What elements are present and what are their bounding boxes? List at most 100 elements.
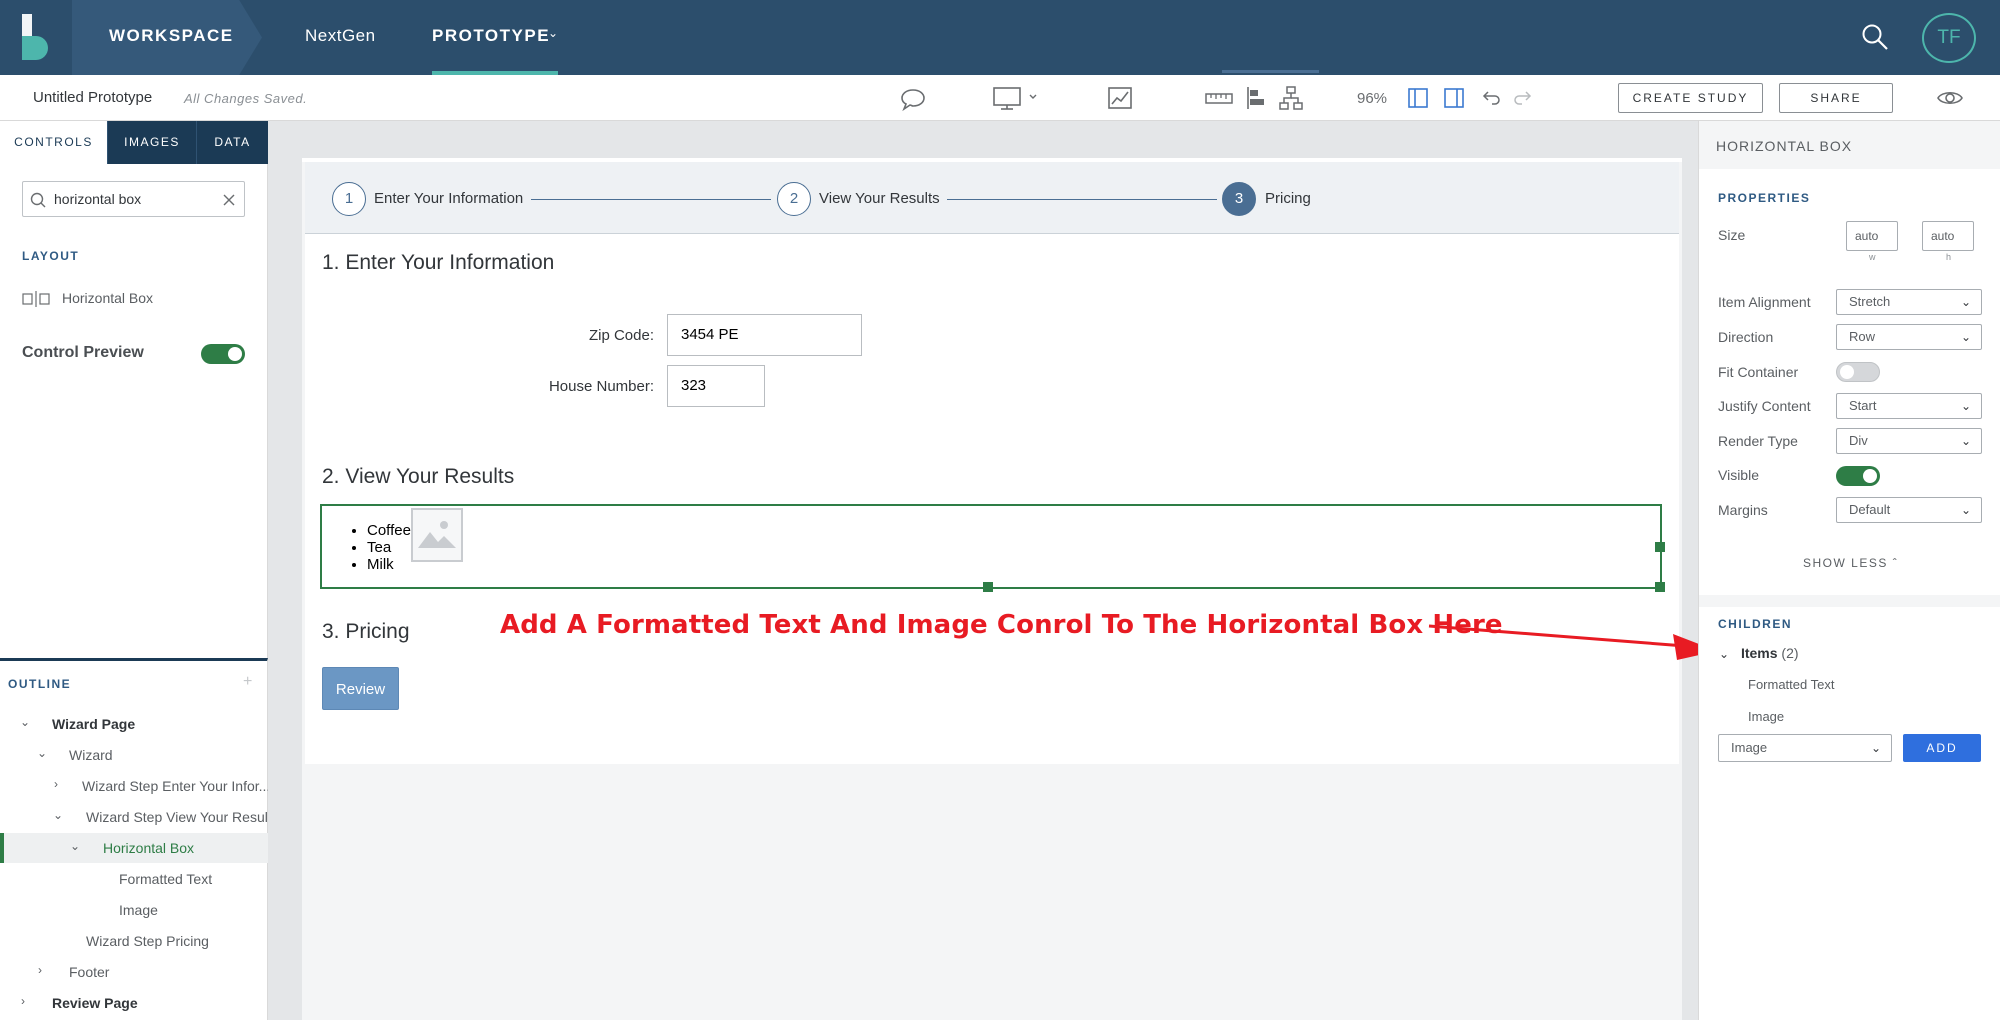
outline-item[interactable]: Formatted Text xyxy=(0,864,268,894)
size-label: Size xyxy=(1718,227,1746,243)
horizontal-box-icon xyxy=(22,291,50,307)
formatted-text-list[interactable]: Coffee Tea Milk xyxy=(367,522,411,573)
horizontal-box-selected[interactable]: Coffee Tea Milk xyxy=(320,504,1665,592)
outline-item[interactable]: › Review Page xyxy=(0,988,268,1018)
zip-code-input[interactable]: 3454 PE xyxy=(667,314,862,356)
workspace-link[interactable]: WORKSPACE xyxy=(109,26,234,46)
select-value: Stretch xyxy=(1849,294,1891,309)
wizard-step-1-circle[interactable]: 1 xyxy=(332,182,366,216)
outline-item-label: Wizard Page xyxy=(52,716,136,732)
chevron-down-icon[interactable]: ⌄ xyxy=(53,808,63,822)
direction-select[interactable]: Row ⌄ xyxy=(1836,324,1982,350)
resize-handle-bottom[interactable] xyxy=(983,582,993,592)
right-panel-toggle-icon[interactable] xyxy=(1442,84,1466,112)
add-child-button[interactable]: ADD xyxy=(1903,734,1981,762)
wizard-step-2-label[interactable]: View Your Results xyxy=(819,190,940,207)
chevron-down-icon[interactable]: ⌄ xyxy=(37,746,47,760)
chevron-down-icon: ⌄ xyxy=(548,26,559,40)
house-number-input[interactable]: 323 xyxy=(667,365,765,407)
review-button[interactable]: Review xyxy=(322,667,399,710)
tab-data[interactable]: DATA xyxy=(196,121,268,164)
chevron-down-icon: ⌄ xyxy=(1960,434,1971,448)
wizard-connector xyxy=(947,199,1217,200)
child-item[interactable]: Image xyxy=(1748,709,1784,724)
app-logo-icon[interactable] xyxy=(20,12,56,60)
tab-images[interactable]: IMAGES xyxy=(107,121,196,164)
properties-header: HORIZONTAL BOX xyxy=(1699,121,2000,169)
fit-container-label: Fit Container xyxy=(1718,364,1799,380)
control-preview-toggle[interactable] xyxy=(201,344,245,364)
desktop-device-icon[interactable] xyxy=(992,84,1042,112)
image-placeholder-icon xyxy=(418,521,456,548)
child-item[interactable]: Formatted Text xyxy=(1748,677,1834,692)
prototype-title[interactable]: Untitled Prototype xyxy=(33,89,152,106)
chevron-down-icon[interactable]: ⌄ xyxy=(70,839,80,853)
create-study-button[interactable]: CREATE STUDY xyxy=(1618,83,1763,113)
align-icon[interactable] xyxy=(1244,84,1268,112)
user-avatar[interactable]: TF xyxy=(1922,13,1976,63)
children-items-toggle[interactable]: ⌄ Items (2) xyxy=(1719,645,1799,661)
justify-content-select[interactable]: Start ⌄ xyxy=(1836,393,1982,419)
outline-item[interactable]: ⌄ Wizard Page xyxy=(0,709,268,739)
render-type-select[interactable]: Div ⌄ xyxy=(1836,428,1982,454)
add-icon[interactable]: + xyxy=(243,673,252,691)
wizard-step-1-label[interactable]: Enter Your Information xyxy=(374,190,523,207)
fit-container-toggle[interactable] xyxy=(1836,362,1880,382)
outline-item[interactable]: ⌄ Wizard xyxy=(0,740,268,770)
width-input[interactable]: auto xyxy=(1846,221,1898,251)
show-less-link[interactable]: SHOW LESS ˆ xyxy=(1803,556,1898,570)
outline-item-label: Wizard xyxy=(69,747,113,763)
outline-item[interactable]: › Wizard Step Enter Your Infor... xyxy=(0,771,270,801)
wizard-step-3-label[interactable]: Pricing xyxy=(1265,190,1311,207)
section-1-title: 1. Enter Your Information xyxy=(322,251,555,274)
annotate-icon[interactable] xyxy=(1106,84,1136,112)
outline-item-selected[interactable]: ⌄ Horizontal Box xyxy=(0,833,268,863)
prototype-tab-label: PROTOTYPE xyxy=(432,26,551,45)
height-input[interactable]: auto xyxy=(1922,221,1974,251)
chevron-down-icon[interactable]: ⌄ xyxy=(20,715,30,729)
outline-item[interactable]: ⌄ Wizard Step View Your Results xyxy=(0,802,279,832)
control-preview-label: Control Preview xyxy=(22,344,144,361)
search-icon[interactable] xyxy=(1860,22,1890,52)
save-status: All Changes Saved. xyxy=(184,91,308,106)
margins-select[interactable]: Default ⌄ xyxy=(1836,497,1982,523)
outline-item[interactable]: › Footer xyxy=(0,957,268,987)
search-value: horizontal box xyxy=(54,191,142,207)
items-count: (2) xyxy=(1781,645,1799,661)
undo-icon[interactable] xyxy=(1478,84,1502,112)
prototype-tab[interactable]: PROTOTYPE ⌄ xyxy=(432,0,558,75)
resize-handle-corner[interactable] xyxy=(1655,582,1665,592)
zip-code-label: Zip Code: xyxy=(588,327,654,344)
preview-eye-icon[interactable] xyxy=(1935,84,1965,112)
redo-icon[interactable] xyxy=(1512,84,1536,112)
select-value: Default xyxy=(1849,502,1891,517)
annotation-arrow-icon xyxy=(1428,624,1717,660)
controls-search-input[interactable]: horizontal box xyxy=(22,181,245,217)
chevron-right-icon[interactable]: › xyxy=(38,963,42,977)
wizard-step-3-circle[interactable]: 3 xyxy=(1222,182,1256,216)
prototype-toolbar: Untitled Prototype All Changes Saved. 96… xyxy=(0,75,2000,121)
hierarchy-icon[interactable] xyxy=(1278,84,1304,112)
chevron-down-icon: ⌄ xyxy=(1960,295,1971,309)
image-placeholder[interactable] xyxy=(411,508,463,562)
tab-controls[interactable]: CONTROLS xyxy=(0,121,107,164)
chevron-right-icon[interactable]: › xyxy=(54,777,58,791)
item-alignment-select[interactable]: Stretch ⌄ xyxy=(1836,289,1982,315)
outline-item[interactable]: Image xyxy=(0,895,268,925)
width-sub-label: w xyxy=(1869,252,1876,262)
resize-handle-right[interactable] xyxy=(1655,542,1665,552)
clear-search-icon[interactable] xyxy=(223,194,235,206)
zoom-level[interactable]: 96% xyxy=(1357,90,1387,107)
wizard-step-2-circle[interactable]: 2 xyxy=(777,182,811,216)
left-panel-toggle-icon[interactable] xyxy=(1406,84,1430,112)
share-button[interactable]: SHARE xyxy=(1779,83,1893,113)
direction-label: Direction xyxy=(1718,329,1774,345)
visible-toggle[interactable] xyxy=(1836,466,1880,486)
project-nextgen-link[interactable]: NextGen xyxy=(305,26,376,46)
comment-icon[interactable] xyxy=(898,84,928,112)
add-child-select[interactable]: Image ⌄ xyxy=(1718,734,1892,762)
ruler-icon[interactable] xyxy=(1204,84,1234,112)
outline-item[interactable]: Wizard Step Pricing xyxy=(0,926,268,956)
properties-panel: HORIZONTAL BOX PROPERTIES Size auto w au… xyxy=(1698,121,2000,1020)
chevron-right-icon[interactable]: › xyxy=(21,994,25,1008)
